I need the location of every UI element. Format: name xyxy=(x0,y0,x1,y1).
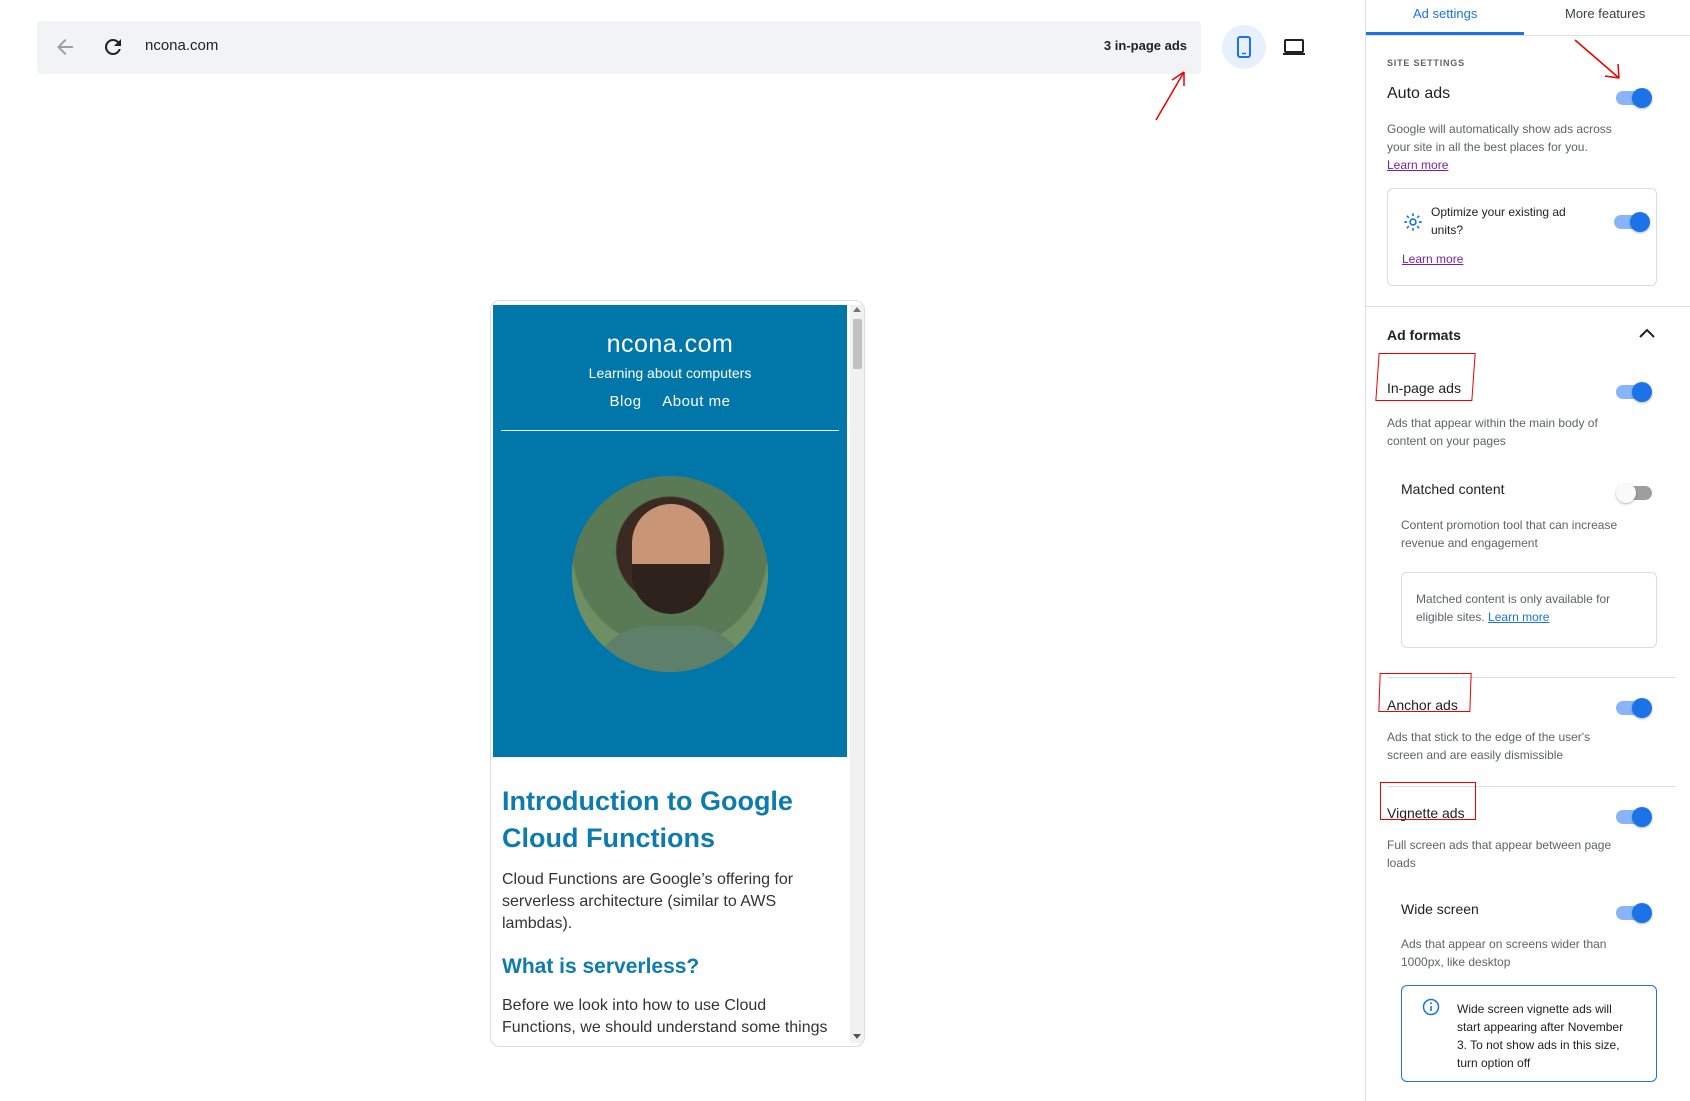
laptop-icon xyxy=(1283,39,1305,55)
auto-ads-description: Google will automatically show ads acros… xyxy=(1387,122,1612,172)
scroll-down-arrow-icon[interactable] xyxy=(853,1034,861,1039)
wide-screen-description: Ads that appear on screens wider than 10… xyxy=(1401,937,1607,969)
divider xyxy=(1366,306,1690,307)
info-icon xyxy=(1422,998,1440,1016)
optimize-toggle[interactable] xyxy=(1614,212,1650,232)
optimize-card: Optimize your existing ad units? Learn m… xyxy=(1387,188,1657,286)
optimize-text: Optimize your existing ad units? xyxy=(1431,205,1566,237)
ad-settings-panel: Ad settings More features SITE SETTINGS … xyxy=(1365,0,1690,1101)
site-title: ncona.com xyxy=(606,330,734,358)
phone-icon xyxy=(1237,36,1251,58)
vignette-ads-description: Full screen ads that appear between page… xyxy=(1387,838,1612,870)
article-subheading: What is serverless? xyxy=(502,955,700,978)
chevron-up-icon[interactable] xyxy=(1638,326,1656,340)
wide-screen-title: Wide screen xyxy=(1401,901,1479,917)
panel-tabs: Ad settings More features xyxy=(1366,0,1690,35)
article-paragraph: Before we look into how to use Cloud Fun… xyxy=(502,997,828,1036)
mobile-view-button[interactable] xyxy=(1222,25,1266,69)
auto-ads-toggle[interactable] xyxy=(1616,88,1652,108)
auto-ads-title: Auto ads xyxy=(1387,85,1451,102)
article-title[interactable]: Introduction to Google Cloud Functions xyxy=(502,783,838,857)
back-arrow-icon[interactable] xyxy=(53,35,77,59)
scroll-up-arrow-icon[interactable] xyxy=(853,307,861,312)
annotation-box-in-page xyxy=(1375,353,1476,401)
header-divider xyxy=(501,430,839,431)
optimize-gear-icon xyxy=(1404,213,1422,231)
tab-more-features[interactable]: More features xyxy=(1565,6,1645,21)
section-label-site-settings: SITE SETTINGS xyxy=(1387,58,1465,68)
matched-learn-more-link[interactable]: Learn more xyxy=(1488,610,1549,624)
mobile-preview-frame: ncona.com Learning about computers Blog … xyxy=(490,300,865,1047)
matched-content-toggle[interactable] xyxy=(1616,483,1652,503)
annotation-arrow-mobile xyxy=(1155,71,1185,121)
site-nav: Blog About me xyxy=(493,393,847,410)
annotation-box-vignette xyxy=(1380,782,1476,820)
in-page-ads-toggle[interactable] xyxy=(1616,382,1652,402)
preview-scrollbar[interactable] xyxy=(850,305,864,1043)
article-content: Introduction to Google Cloud Functions C… xyxy=(493,783,847,1039)
anchor-ads-toggle[interactable] xyxy=(1616,698,1652,718)
article-paragraph: Cloud Functions are Google’s offering fo… xyxy=(502,871,794,932)
annotation-box-anchor xyxy=(1378,673,1472,712)
site-tagline: Learning about computers xyxy=(588,365,752,381)
matched-content-note: Matched content is only available for el… xyxy=(1401,572,1657,648)
tab-ad-settings[interactable]: Ad settings xyxy=(1413,6,1477,21)
auto-ads-learn-more-link[interactable]: Learn more xyxy=(1387,158,1448,172)
wide-screen-info-text: Wide screen vignette ads will start appe… xyxy=(1457,1002,1624,1070)
in-page-ads-description: Ads that appear within the main body of … xyxy=(1387,416,1598,448)
site-preview: ncona.com Learning about computers Blog … xyxy=(493,305,847,1043)
preview-toolbar: ncona.com 3 in-page ads xyxy=(37,21,1201,74)
nav-blog-link[interactable]: Blog xyxy=(610,393,642,410)
ad-formats-title: Ad formats xyxy=(1387,327,1461,343)
author-photo xyxy=(572,476,768,672)
optimize-learn-more-link[interactable]: Learn more xyxy=(1402,252,1463,266)
scroll-thumb[interactable] xyxy=(853,319,862,369)
site-header: ncona.com Learning about computers Blog … xyxy=(493,305,847,757)
vignette-ads-toggle[interactable] xyxy=(1616,807,1652,827)
divider xyxy=(1366,35,1690,36)
matched-content-description: Content promotion tool that can increase… xyxy=(1401,518,1618,550)
ads-count-label: 3 in-page ads xyxy=(1103,38,1187,53)
wide-screen-toggle[interactable] xyxy=(1616,903,1652,923)
desktop-view-button[interactable] xyxy=(1272,25,1316,69)
reload-icon[interactable] xyxy=(101,35,125,59)
nav-about-link[interactable]: About me xyxy=(662,393,730,410)
wide-screen-info-card: Wide screen vignette ads will start appe… xyxy=(1401,985,1657,1082)
anchor-ads-description: Ads that stick to the edge of the user's… xyxy=(1387,730,1591,762)
url-text: ncona.com xyxy=(145,37,219,54)
annotation-arrow-auto-ads xyxy=(1574,39,1620,79)
matched-content-title: Matched content xyxy=(1401,481,1505,497)
